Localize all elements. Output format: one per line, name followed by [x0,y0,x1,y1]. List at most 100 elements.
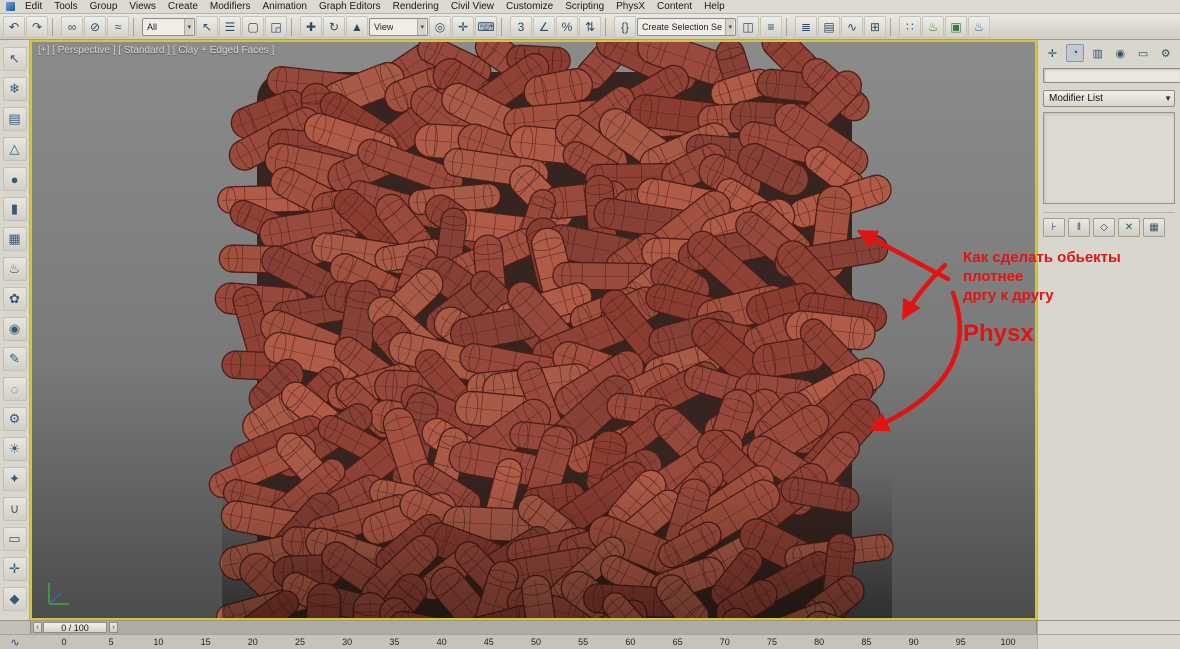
mirror-icon[interactable]: ◫ [737,15,759,38]
create-tab-icon[interactable]: ✛ [1043,44,1062,62]
pin-stack-button[interactable]: ⊦ [1043,218,1065,237]
use-pivot-center-icon[interactable]: ◎ [429,15,451,38]
left-toolbar: ↖ ❄ ▤ △ ● ▮ ▦ ♨ ✿ ◉ ✎ ◌ ⚙ ☀ ✦ ∪ ▭ ✛ ◆ [0,40,30,620]
select-by-name-icon[interactable]: ☰ [219,15,241,38]
configure-modifier-sets-button[interactable]: ▦ [1143,218,1165,237]
object-name-field[interactable] [1043,68,1180,83]
trackbar-ruler[interactable]: 0 5 10 15 20 25 30 35 40 45 50 55 60 65 70 75 80 85 90 95 10… [30,635,1037,649]
percent-snap-icon[interactable]: % [556,15,578,38]
select-and-rotate-icon[interactable]: ↻ [323,15,345,38]
gear-icon[interactable]: ⚙ [2,407,27,431]
remove-modifier-button[interactable]: ✕ [1118,218,1140,237]
unlink-selection-icon[interactable]: ⊘ [84,15,106,38]
flower-icon[interactable]: ✿ [2,287,27,311]
named-selection-dropdown[interactable]: Create Selection Se ▾ [637,17,736,36]
show-end-result-button[interactable]: ‖ [1068,218,1090,237]
make-unique-button[interactable]: ◇ [1093,218,1115,237]
snowflake-icon[interactable]: ❄ [2,77,27,101]
align-icon[interactable]: ≡ [760,15,782,38]
frame-tick-65: 65 [672,637,683,647]
menu-graph-editors[interactable]: Graph Editors [313,0,387,13]
menu-physx[interactable]: PhysX [610,0,651,13]
keyboard-override-icon[interactable]: ⌨ [475,15,497,38]
magnet-icon[interactable]: ∪ [2,497,27,521]
app-logo-icon[interactable] [6,2,15,11]
pencil-icon[interactable]: ✎ [2,347,27,371]
next-frame-button[interactable]: › [109,622,118,633]
cone-icon[interactable]: △ [2,137,27,161]
material-editor-icon[interactable]: ∷ [899,15,921,38]
render-production-icon[interactable]: ♨ [968,15,990,38]
select-and-manipulate-icon[interactable]: ✛ [452,15,474,38]
named-selection-sets-icon[interactable]: {} [614,15,636,38]
select-pointer-icon[interactable]: ↖ [2,47,27,71]
toolbar-separator [291,17,296,36]
select-and-scale-icon[interactable]: ▲ [346,15,368,38]
time-slider-track[interactable]: ‹ 0 / 100 › [30,621,1037,634]
curve-editor-icon[interactable]: ∿ [841,15,863,38]
redo-icon[interactable]: ↷ [26,15,48,38]
pile-bottom-shade [222,472,892,618]
display-tab-icon[interactable]: ▭ [1134,44,1153,62]
menu-tools[interactable]: Tools [48,0,83,13]
document-icon[interactable]: ▤ [2,107,27,131]
layer-manager-icon[interactable]: ≣ [795,15,817,38]
menu-content[interactable]: Content [651,0,698,13]
menu-views[interactable]: Views [123,0,162,13]
axis-icon[interactable]: ✛ [2,557,27,581]
modifier-list-dropdown[interactable]: Modifier List ▼ [1043,90,1175,107]
reference-coordinate-dropdown[interactable]: View ▾ [369,17,428,36]
spinner-snap-icon[interactable]: ⇅ [579,15,601,38]
teapot-icon[interactable]: ♨ [2,257,27,281]
window-crossing-icon[interactable]: ◲ [265,15,287,38]
sphere-icon[interactable]: ● [2,167,27,191]
angle-snap-icon[interactable]: ∠ [533,15,555,38]
ribbon-toggle-icon[interactable]: ▤ [818,15,840,38]
menu-customize[interactable]: Customize [500,0,559,13]
sun-icon[interactable]: ☀ [2,437,27,461]
cylinder-icon[interactable]: ▮ [2,197,27,221]
mini-curve-editor-button[interactable]: ∿ [0,635,30,649]
rectangular-selection-region-icon[interactable]: ▢ [242,15,264,38]
menu-modifiers[interactable]: Modifiers [204,0,257,13]
menu-edit[interactable]: Edit [19,0,48,13]
hierarchy-tab-icon[interactable]: ▥ [1088,44,1107,62]
modify-tab-icon[interactable]: ◔ [1065,44,1085,62]
grid-icon[interactable]: ▦ [2,227,27,251]
star-icon[interactable]: ✦ [2,467,27,491]
menu-animation[interactable]: Animation [256,0,312,13]
perspective-viewport[interactable]: [+] [ Perspective ] [ Standard ] [ Clay … [30,40,1037,620]
camera-icon[interactable]: ▭ [2,527,27,551]
time-slider-handle[interactable]: 0 / 100 [43,622,107,633]
eye-icon[interactable]: ◉ [2,317,27,341]
modifier-stack-buttons: ⊦ ‖ ◇ ✕ ▦ [1043,212,1175,237]
menu-help[interactable]: Help [698,0,731,13]
motion-tab-icon[interactable]: ◉ [1111,44,1130,62]
selection-filter-dropdown[interactable]: All ▾ [142,17,195,36]
viewport-label[interactable]: [+] [ Perspective ] [ Standard ] [ Clay … [38,45,274,56]
diamond-icon[interactable]: ◆ [2,587,27,611]
toolbar-separator [52,17,57,36]
menu-civil-view[interactable]: Civil View [445,0,500,13]
select-and-link-icon[interactable]: ∞ [61,15,83,38]
schematic-view-icon[interactable]: ⊞ [864,15,886,38]
snaps-toggle-icon[interactable]: 3 [510,15,532,38]
viewport-canvas[interactable] [32,42,1035,618]
select-and-move-icon[interactable]: ✚ [300,15,322,38]
rendered-frame-icon[interactable]: ▣ [945,15,967,38]
menu-create[interactable]: Create [162,0,204,13]
utilities-tab-icon[interactable]: ⚙ [1156,44,1175,62]
undo-icon[interactable]: ↶ [3,15,25,38]
frame-tick-20: 20 [247,637,258,647]
select-object-icon[interactable]: ↖ [196,15,218,38]
modifier-stack[interactable] [1043,112,1175,204]
frame-tick-55: 55 [578,637,589,647]
render-setup-icon[interactable]: ♨ [922,15,944,38]
menu-scripting[interactable]: Scripting [559,0,610,13]
menu-group[interactable]: Group [84,0,124,13]
menu-rendering[interactable]: Rendering [387,0,445,13]
bind-to-space-warp-icon[interactable]: ≈ [107,15,129,38]
track-bar-row: ∿ 0 5 10 15 20 25 30 35 40 45 50 55 60 65 70 75 80 85 90 95… [0,634,1180,649]
previous-frame-button[interactable]: ‹ [33,622,42,633]
ring-icon[interactable]: ◌ [2,377,27,401]
